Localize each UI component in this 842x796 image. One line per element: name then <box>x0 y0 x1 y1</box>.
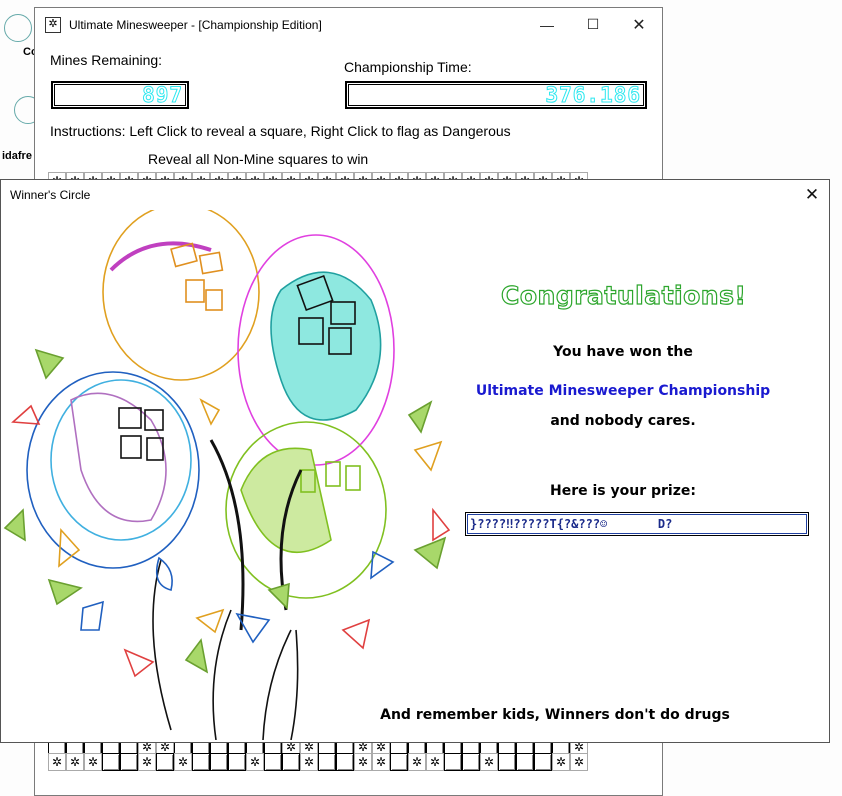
mine-cell[interactable] <box>498 753 516 771</box>
mine-cell[interactable]: ✲ <box>570 753 588 771</box>
dialog-close-button[interactable]: ✕ <box>795 180 829 210</box>
mines-remaining-counter: 897 <box>51 81 189 109</box>
winners-circle-dialog: Winner's Circle ✕ Congratulations! You h… <box>0 179 830 743</box>
mine-cell[interactable] <box>156 753 174 771</box>
won-text: You have won the <box>553 344 693 360</box>
championship-timer: 376.186 <box>345 81 647 109</box>
championship-name: Ultimate Minesweeper Championship <box>475 383 771 399</box>
mine-cell[interactable]: ✲ <box>426 753 444 771</box>
mine-cell[interactable]: ✲ <box>138 753 156 771</box>
mine-cell[interactable] <box>228 753 246 771</box>
mine-cell[interactable] <box>318 753 336 771</box>
title-bar[interactable]: ✲ Ultimate Minesweeper - [Championship E… <box>35 8 662 41</box>
balloons-illustration <box>3 210 451 740</box>
mine-cell[interactable]: ✲ <box>300 753 318 771</box>
close-button[interactable]: ✕ <box>616 8 662 41</box>
mine-cell[interactable]: ✲ <box>480 753 498 771</box>
congratulations-heading: Congratulations! <box>500 280 747 310</box>
footer-message: And remember kids, Winners don't do drug… <box>380 707 730 723</box>
nobody-cares-text: and nobody cares. <box>550 413 696 429</box>
mine-cell[interactable]: ✲ <box>408 753 426 771</box>
mine-icon: ✲ <box>45 16 61 33</box>
mine-cell[interactable] <box>534 753 552 771</box>
instructions-text: Instructions: Left Click to reveal a squ… <box>50 123 511 139</box>
championship-time-label: Championship Time: <box>344 59 472 75</box>
mine-cell[interactable] <box>120 753 138 771</box>
desktop-icon[interactable] <box>4 14 32 42</box>
mines-remaining-label: Mines Remaining: <box>50 52 163 68</box>
mine-cell[interactable]: ✲ <box>246 753 264 771</box>
window-title: Ultimate Minesweeper - [Championship Edi… <box>69 17 322 32</box>
mine-cell[interactable]: ✲ <box>84 753 102 771</box>
mine-cell[interactable]: ✲ <box>372 753 390 771</box>
goal-text: Reveal all Non-Mine squares to win <box>148 151 369 167</box>
prize-label: Here is your prize: <box>550 483 696 499</box>
mine-cell[interactable]: ✲ <box>552 753 570 771</box>
mine-cell[interactable] <box>102 753 120 771</box>
maximize-button[interactable]: ☐ <box>570 8 616 41</box>
mine-cell[interactable] <box>336 753 354 771</box>
mine-cell[interactable] <box>264 753 282 771</box>
mine-cell[interactable]: ✲ <box>48 753 66 771</box>
mine-cell[interactable] <box>192 753 210 771</box>
mine-cell[interactable] <box>210 753 228 771</box>
mine-cell[interactable] <box>282 753 300 771</box>
minimize-button[interactable]: — <box>524 8 570 41</box>
dialog-title: Winner's Circle <box>10 188 91 202</box>
mine-cell[interactable]: ✲ <box>174 753 192 771</box>
mine-cell[interactable] <box>516 753 534 771</box>
desktop-icon-label: idafre <box>2 150 32 162</box>
mine-cell[interactable]: ✲ <box>66 753 84 771</box>
mine-grid-row: ✲ ✲ ✲ ✲ ✲ ✲ ✲ ✲ ✲ ✲ ✲ ✲ ✲ ✲ <box>48 753 588 771</box>
prize-field[interactable]: }????‼?????T{?&???☺ D? <box>465 512 809 536</box>
mine-cell[interactable] <box>444 753 462 771</box>
mine-cell[interactable] <box>462 753 480 771</box>
mine-cell[interactable] <box>390 753 408 771</box>
mine-cell[interactable]: ✲ <box>354 753 372 771</box>
